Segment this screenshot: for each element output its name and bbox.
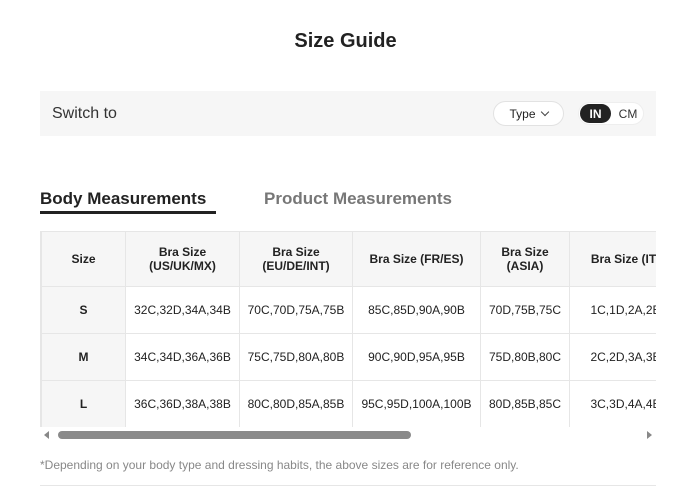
table-cell: 32C,32D,34A,34B xyxy=(125,286,240,334)
type-label: Type xyxy=(509,106,536,121)
table-cell: 80C,80D,85A,85B xyxy=(239,380,353,427)
scrollbar-thumb[interactable] xyxy=(58,431,411,439)
scroll-left-icon[interactable] xyxy=(44,431,49,439)
switch-label: Switch to xyxy=(52,105,117,122)
size-cell: L xyxy=(41,380,126,427)
table-row: M 34C,34D,36A,36B 75C,75D,80A,80B 90C,90… xyxy=(41,333,656,381)
reference-note: *Depending on your body type and dressin… xyxy=(40,458,519,472)
column-header: Bra Size (IT) xyxy=(569,231,656,287)
table-cell: 75C,75D,80A,80B xyxy=(239,333,353,381)
table-cell: 80D,85B,85C xyxy=(480,380,570,427)
horizontal-scrollbar[interactable] xyxy=(40,428,656,442)
table-row: S 32C,32D,34A,34B 70C,70D,75A,75B 85C,85… xyxy=(41,286,656,334)
column-header: Bra Size (EU/DE/INT) xyxy=(239,231,353,287)
table-row: L 36C,36D,38A,38B 80C,80D,85A,85B 95C,95… xyxy=(41,380,656,427)
table-cell: 1C,1D,2A,2B xyxy=(569,286,656,334)
table-cell: 70D,75B,75C xyxy=(480,286,570,334)
page-title: Size Guide xyxy=(294,30,397,52)
tab-body-measurements[interactable]: Body Measurements xyxy=(40,189,206,209)
column-header: Size xyxy=(41,231,126,287)
size-cell: S xyxy=(41,286,126,334)
table-cell: 70C,70D,75A,75B xyxy=(239,286,353,334)
column-header: Bra Size (FR/ES) xyxy=(352,231,481,287)
unit-in-button[interactable]: IN xyxy=(580,104,611,123)
divider xyxy=(40,485,656,486)
unit-cm-button[interactable]: CM xyxy=(614,104,642,123)
unit-toggle: IN CM xyxy=(578,102,644,125)
table-cell: 75D,80B,80C xyxy=(480,333,570,381)
scroll-right-icon[interactable] xyxy=(647,431,652,439)
chevron-down-icon xyxy=(540,107,549,117)
active-tab-underline xyxy=(40,211,216,214)
tab-product-measurements[interactable]: Product Measurements xyxy=(264,189,452,209)
table-header-row: Size Bra Size (US/UK/MX) Bra Size (EU/DE… xyxy=(41,231,656,287)
column-header: Bra Size (US/UK/MX) xyxy=(125,231,240,287)
table-cell: 95C,95D,100A,100B xyxy=(352,380,481,427)
size-table-container: Size Bra Size (US/UK/MX) Bra Size (EU/DE… xyxy=(40,231,656,427)
type-dropdown[interactable]: Type xyxy=(493,101,564,126)
table-cell: 3C,3D,4A,4B xyxy=(569,380,656,427)
table-cell: 2C,2D,3A,3B xyxy=(569,333,656,381)
switch-bar: Switch to Type IN CM xyxy=(40,91,656,136)
table-cell: 34C,34D,36A,36B xyxy=(125,333,240,381)
table-cell: 90C,90D,95A,95B xyxy=(352,333,481,381)
column-header: Bra Size (ASIA) xyxy=(480,231,570,287)
size-table: Size Bra Size (US/UK/MX) Bra Size (EU/DE… xyxy=(41,231,656,427)
table-cell: 36C,36D,38A,38B xyxy=(125,380,240,427)
size-cell: M xyxy=(41,333,126,381)
table-cell: 85C,85D,90A,90B xyxy=(352,286,481,334)
